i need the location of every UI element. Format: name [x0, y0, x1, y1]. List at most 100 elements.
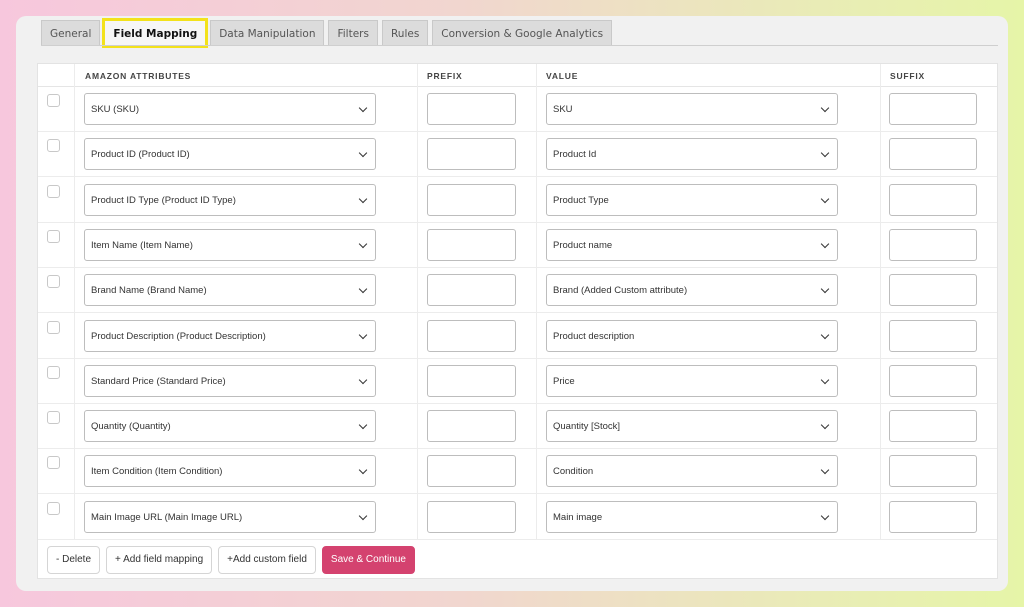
amazon-attribute-select[interactable]: Item Name (Item Name)	[84, 228, 376, 261]
amazon-attribute-value: SKU (SKU)	[91, 104, 140, 115]
action-bar: - Delete + Add field mapping +Add custom…	[47, 546, 415, 574]
value-select-value: Product description	[553, 330, 635, 342]
suffix-input[interactable]	[889, 183, 977, 216]
chevron-down-icon	[358, 194, 368, 203]
prefix-input[interactable]	[427, 274, 516, 307]
table-row: Product ID Type (Product ID Type) Product…	[38, 178, 997, 223]
table-row: SKU (SKU) SKU	[38, 87, 997, 132]
prefix-input[interactable]	[427, 183, 516, 216]
amazon-attribute-select[interactable]: Product ID (Product ID)	[84, 138, 376, 171]
amazon-attribute-value: Product ID (Product ID)	[91, 149, 190, 161]
save-continue-button[interactable]: Save & Continue	[321, 546, 415, 574]
chevron-down-icon	[820, 511, 830, 520]
amazon-attribute-select[interactable]: Item Condition (Item Condition)	[84, 455, 376, 488]
value-select[interactable]: Product description	[546, 319, 838, 352]
amazon-attribute-value: Main Image URL (Main Image URL)	[91, 511, 243, 523]
prefix-input[interactable]	[427, 138, 516, 171]
chevron-down-icon	[820, 330, 830, 339]
tab-conversion-analytics[interactable]: Conversion & Google Analytics	[432, 20, 613, 46]
header-prefix: PREFIX	[427, 71, 463, 81]
amazon-attribute-select[interactable]: Main Image URL (Main Image URL)	[84, 500, 376, 533]
prefix-input[interactable]	[427, 410, 516, 443]
chevron-down-icon	[358, 103, 368, 113]
chevron-down-icon	[820, 375, 830, 385]
amazon-attribute-value: Quantity (Quantity)	[91, 421, 171, 433]
row-checkbox[interactable]	[47, 229, 60, 243]
amazon-attribute-select[interactable]: Brand Name (Brand Name)	[84, 274, 376, 307]
value-select[interactable]: Product Id	[546, 138, 838, 171]
row-checkbox[interactable]	[47, 501, 60, 515]
row-checkbox[interactable]	[47, 184, 60, 198]
chevron-down-icon	[358, 511, 368, 520]
suffix-input[interactable]	[889, 319, 977, 352]
amazon-attribute-select[interactable]: SKU (SKU)	[84, 93, 376, 125]
table-row: Main Image URL (Main Image URL) Main imag…	[38, 495, 997, 540]
amazon-attribute-select[interactable]: Product ID Type (Product ID Type)	[84, 183, 376, 216]
prefix-input[interactable]	[427, 228, 516, 261]
chevron-down-icon	[820, 194, 830, 203]
table-row: Item Condition (Item Condition) Condition	[38, 449, 997, 495]
tab-general[interactable]: General	[41, 20, 101, 46]
table-row: Product Description (Product Description…	[38, 314, 997, 359]
prefix-input[interactable]	[427, 364, 516, 397]
chevron-down-icon	[358, 466, 368, 475]
field-mapping-table: AMAZON ATTRIBUTES PREFIX VALUE SUFFIX SK…	[37, 63, 998, 579]
value-select-value: Product Type	[553, 194, 609, 206]
suffix-input[interactable]	[889, 500, 977, 533]
table-row: Product ID (Product ID) Product Id	[38, 132, 997, 178]
suffix-input[interactable]	[889, 410, 977, 443]
chevron-down-icon	[820, 420, 830, 430]
tab-field-mapping[interactable]: Field Mapping	[102, 18, 209, 48]
prefix-input[interactable]	[427, 93, 516, 125]
value-select-value: Brand (Added Custom attribute)	[553, 285, 688, 297]
tab-bar: General Field Mapping Data Manipulation …	[41, 18, 613, 48]
value-select-value: Product Id	[553, 149, 597, 161]
header-value: VALUE	[546, 71, 579, 81]
amazon-attribute-value: Item Condition (Item Condition)	[91, 466, 223, 478]
row-checkbox[interactable]	[47, 275, 60, 289]
add-custom-field-button[interactable]: +Add custom field	[218, 546, 316, 574]
row-checkbox[interactable]	[47, 320, 60, 334]
suffix-input[interactable]	[889, 93, 977, 125]
prefix-input[interactable]	[427, 455, 516, 488]
row-checkbox[interactable]	[47, 456, 60, 470]
value-select[interactable]: Product name	[546, 228, 838, 261]
value-select[interactable]: Main image	[546, 500, 838, 533]
delete-button[interactable]: - Delete	[47, 546, 101, 574]
tab-divider	[41, 45, 998, 46]
row-checkbox[interactable]	[47, 365, 60, 379]
prefix-input[interactable]	[427, 500, 516, 533]
value-select[interactable]: Quantity [Stock]	[546, 410, 838, 443]
suffix-input[interactable]	[889, 228, 977, 261]
value-select[interactable]: Product Type	[546, 183, 838, 216]
tab-rules[interactable]: Rules	[381, 20, 429, 46]
table-row: Item Name (Item Name) Product name	[38, 223, 997, 268]
amazon-attribute-select[interactable]: Product Description (Product Description…	[84, 319, 376, 352]
value-select-value: Product name	[553, 239, 613, 251]
chevron-down-icon	[820, 103, 830, 113]
suffix-input[interactable]	[889, 274, 977, 307]
value-select[interactable]: SKU	[546, 93, 838, 125]
amazon-attribute-value: Product Description (Product Description…	[91, 330, 266, 342]
prefix-input[interactable]	[427, 319, 516, 352]
value-select-value: SKU	[553, 104, 573, 115]
amazon-attribute-select[interactable]: Standard Price (Standard Price)	[84, 364, 376, 397]
table-header: AMAZON ATTRIBUTES PREFIX VALUE SUFFIX	[38, 64, 997, 87]
row-checkbox[interactable]	[47, 94, 60, 107]
amazon-attribute-select[interactable]: Quantity (Quantity)	[84, 410, 376, 443]
amazon-attribute-value: Brand Name (Brand Name)	[91, 285, 207, 297]
header-suffix: SUFFIX	[890, 71, 926, 81]
suffix-input[interactable]	[889, 138, 977, 171]
add-field-mapping-button[interactable]: + Add field mapping	[106, 546, 213, 574]
tab-filters[interactable]: Filters	[328, 20, 378, 46]
amazon-attribute-value: Standard Price (Standard Price)	[91, 375, 226, 387]
value-select[interactable]: Condition	[546, 455, 838, 488]
row-checkbox[interactable]	[47, 411, 60, 425]
amazon-attribute-value: Product ID Type (Product ID Type)	[91, 194, 236, 206]
row-checkbox[interactable]	[47, 139, 60, 153]
tab-data-manipulation[interactable]: Data Manipulation	[210, 20, 325, 46]
suffix-input[interactable]	[889, 364, 977, 397]
value-select[interactable]: Price	[546, 364, 838, 397]
suffix-input[interactable]	[889, 455, 977, 488]
value-select[interactable]: Brand (Added Custom attribute)	[546, 274, 838, 307]
